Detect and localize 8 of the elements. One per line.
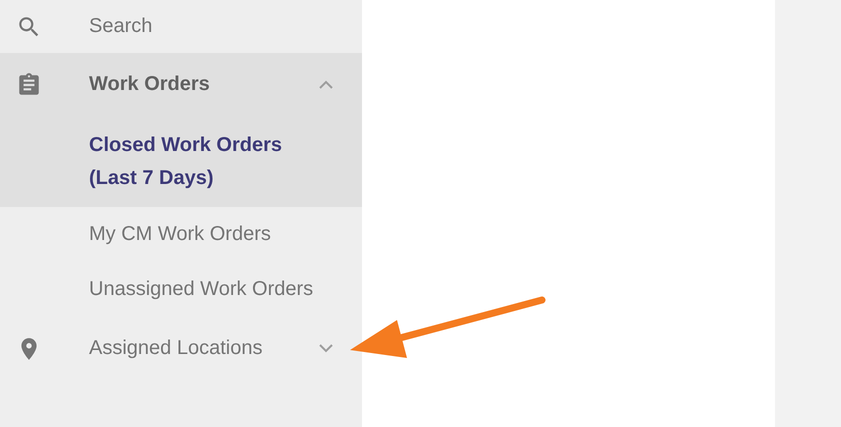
nav-subitem[interactable]: Unassigned Work Orders: [0, 262, 362, 317]
nav-item[interactable]: Work Orders: [0, 53, 362, 116]
nav-item[interactable]: Search: [0, 0, 362, 53]
chevron-up-icon: [319, 80, 333, 89]
nav-subitem[interactable]: My CM Work Orders: [0, 207, 362, 262]
nav-subitem[interactable]: Closed Work Orders (Last 7 Days): [0, 116, 362, 207]
nav-item[interactable]: Assigned Locations: [0, 317, 362, 380]
chevron-down-icon: [319, 344, 333, 353]
